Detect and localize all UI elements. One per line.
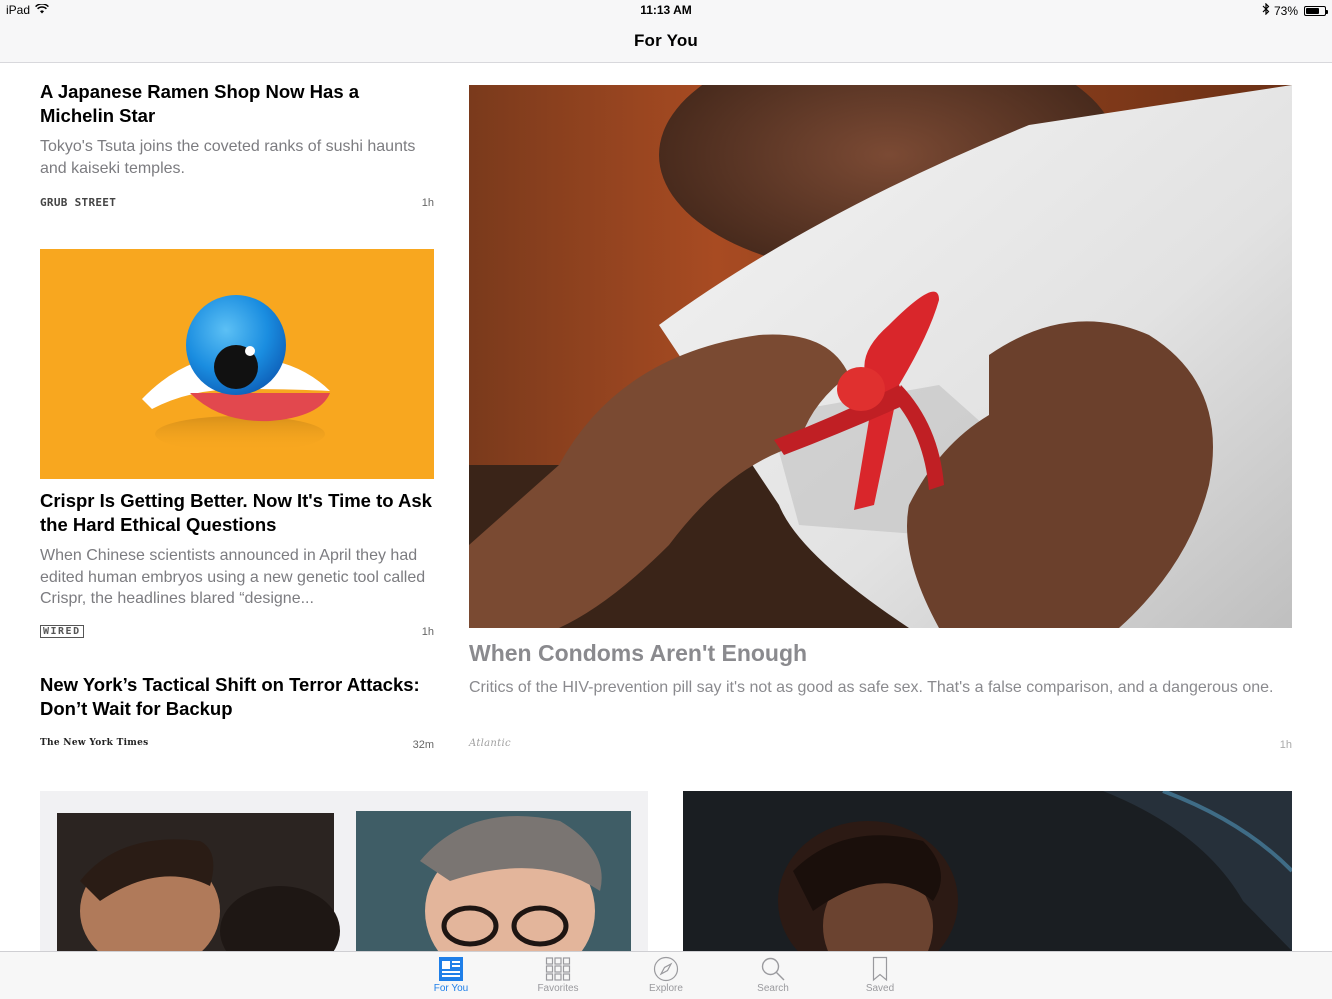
battery-fill bbox=[1306, 7, 1319, 14]
status-bar: iPad 11:13 AM 73% bbox=[0, 0, 1332, 22]
story-card-nyc-terror[interactable]: New York’s Tactical Shift on Terror Atta… bbox=[40, 673, 434, 758]
story-age: 1h bbox=[1279, 739, 1292, 751]
battery-icon bbox=[1304, 5, 1328, 16]
story-hero-image-ribbon bbox=[469, 85, 1292, 628]
source-logo-grub-street: GRUB STREET bbox=[40, 196, 117, 209]
tab-favorites[interactable]: Favorites bbox=[518, 952, 598, 999]
bookmark-icon bbox=[872, 956, 888, 982]
page-title: For You bbox=[633, 31, 699, 50]
navigation-bar: For You bbox=[0, 22, 1332, 63]
story-text: When Condoms Aren't Enough Critics of th… bbox=[469, 638, 1292, 699]
story-age: 32m bbox=[412, 739, 434, 751]
story-excerpt: Tokyo's Tsuta joins the coveted ranks of… bbox=[40, 138, 416, 177]
story-headline: Crispr Is Getting Better. Now It's Time … bbox=[40, 490, 432, 535]
tab-label: Explore bbox=[649, 983, 683, 994]
story-meta: GRUB STREET 1h bbox=[40, 196, 434, 210]
tab-label: Favorites bbox=[537, 983, 579, 994]
tab-bar: For You Favorites Explore Search Saved bbox=[0, 951, 1332, 999]
battery-percent: 73% bbox=[1273, 3, 1298, 18]
battery-tip bbox=[1326, 9, 1328, 14]
story-thumbnail-eye-illustration bbox=[40, 249, 434, 479]
for-you-icon bbox=[439, 957, 463, 981]
source-logo-nyt: The New York Times bbox=[40, 738, 149, 748]
ios-news-app: iPad 11:13 AM 73% For You A Japanese Ram… bbox=[0, 0, 1332, 999]
story-headline: When Condoms Aren't Enough bbox=[469, 640, 808, 666]
story-age: 1h bbox=[421, 197, 434, 209]
status-right: 73% bbox=[1262, 2, 1328, 18]
story-card-woman-portrait[interactable] bbox=[683, 791, 1292, 951]
status-time: 11:13 AM bbox=[640, 3, 692, 17]
story-card-portraits[interactable] bbox=[40, 791, 648, 951]
tab-search[interactable]: Search bbox=[733, 952, 813, 999]
source-logo-wired: WIRED bbox=[40, 625, 84, 638]
tab-label: Search bbox=[757, 983, 789, 994]
bluetooth-icon bbox=[1262, 2, 1270, 18]
story-meta: The New York Times 32m bbox=[40, 738, 434, 752]
story-card-ramen[interactable]: A Japanese Ramen Shop Now Has a Michelin… bbox=[40, 80, 434, 215]
story-headline: A Japanese Ramen Shop Now Has a Michelin… bbox=[40, 81, 360, 126]
story-card-crispr[interactable]: Crispr Is Getting Better. Now It's Time … bbox=[40, 249, 434, 644]
story-excerpt: Critics of the HIV-prevention pill say i… bbox=[469, 679, 1274, 696]
favorites-grid-icon bbox=[545, 957, 571, 981]
story-text: Crispr Is Getting Better. Now It's Time … bbox=[40, 489, 434, 610]
tab-label: Saved bbox=[865, 983, 895, 994]
story-age: 1h bbox=[421, 626, 434, 638]
story-meta: WIRED 1h bbox=[40, 625, 434, 639]
story-excerpt: When Chinese scientists announced in Apr… bbox=[40, 547, 426, 607]
tab-for-you[interactable]: For You bbox=[411, 952, 491, 999]
tab-label: For You bbox=[433, 983, 469, 994]
story-meta: Atlantic 1h bbox=[469, 738, 1292, 752]
source-logo-atlantic: Atlantic bbox=[469, 738, 511, 749]
story-card-condoms[interactable]: When Condoms Aren't Enough Critics of th… bbox=[469, 85, 1292, 757]
compass-icon bbox=[653, 956, 679, 982]
tab-saved[interactable]: Saved bbox=[840, 952, 920, 999]
story-headline: New York’s Tactical Shift on Terror Atta… bbox=[40, 674, 420, 719]
search-icon bbox=[761, 957, 785, 981]
tab-explore[interactable]: Explore bbox=[626, 952, 706, 999]
